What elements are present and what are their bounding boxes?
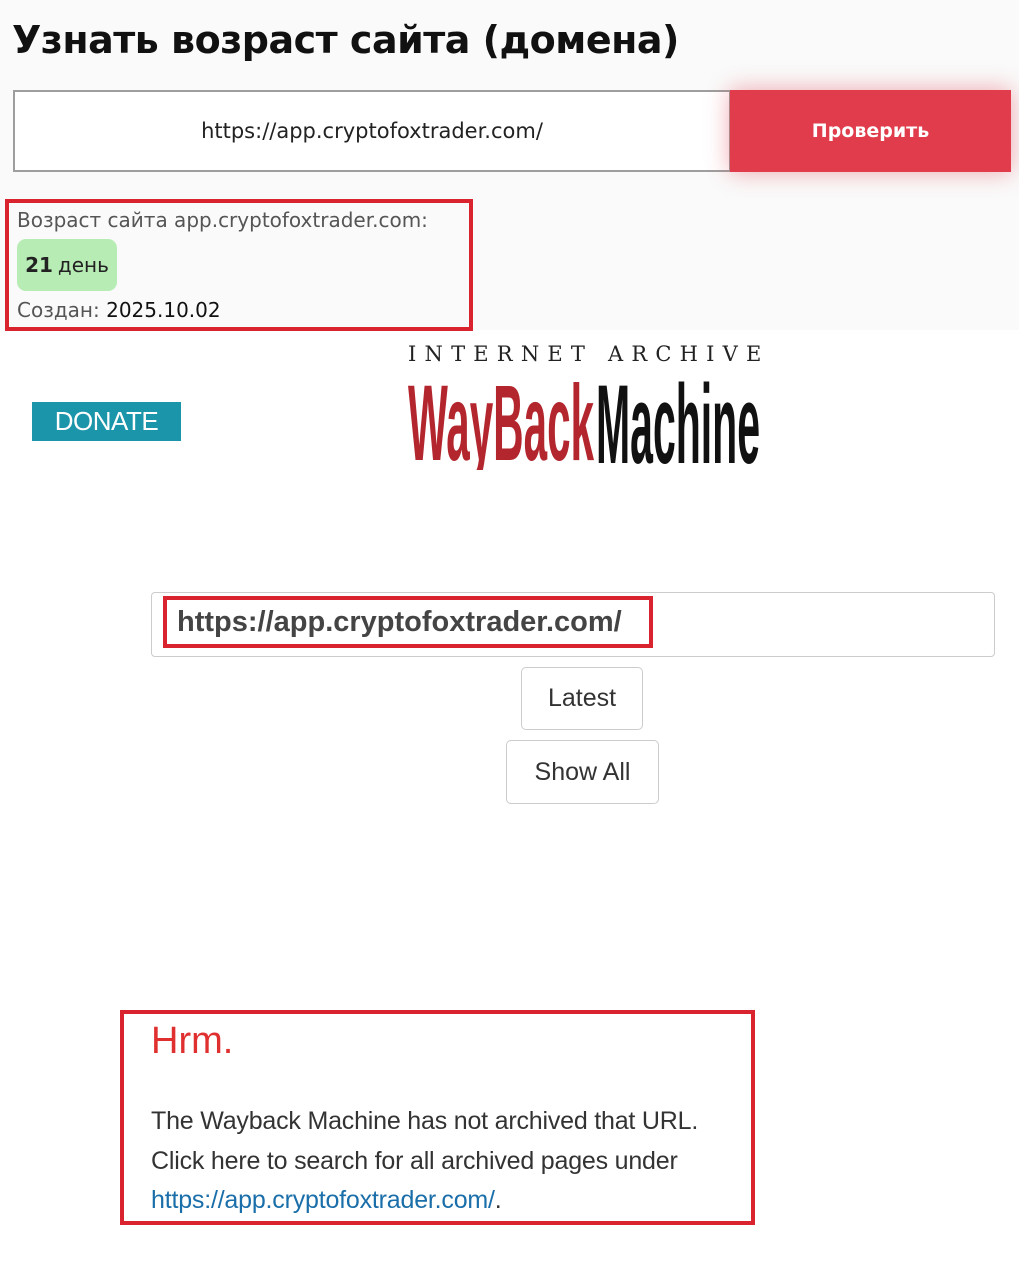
- logo-machine-text: Machine: [596, 372, 760, 470]
- page-title: Узнать возраст сайта (домена): [12, 18, 679, 62]
- wayback-search-box[interactable]: https://app.cryptofoxtrader.com/: [151, 592, 995, 657]
- created-label: Создан:: [17, 298, 100, 322]
- error-line-3: https://app.cryptofoxtrader.com/.: [151, 1186, 502, 1215]
- show-all-button[interactable]: Show All: [506, 740, 659, 804]
- internet-archive-text: INTERNET ARCHIVE: [408, 342, 770, 366]
- created-date: 2025.10.02: [106, 298, 221, 322]
- age-checker-panel: Узнать возраст сайта (домена) Проверить …: [0, 0, 1019, 331]
- age-unit: день: [57, 253, 109, 277]
- error-link-suffix: .: [494, 1186, 502, 1214]
- url-input[interactable]: [13, 90, 731, 172]
- result-highlight-box: Возраст сайта app.cryptofoxtrader.com: 2…: [5, 199, 473, 331]
- age-number: 21: [25, 253, 53, 277]
- created-line: Создан: 2025.10.02: [17, 298, 221, 322]
- wayback-machine-logo[interactable]: WayBack Machine: [408, 372, 760, 470]
- latest-button[interactable]: Latest: [521, 667, 643, 730]
- age-label: Возраст сайта app.cryptofoxtrader.com:: [17, 208, 428, 232]
- archived-pages-link[interactable]: https://app.cryptofoxtrader.com/: [151, 1186, 495, 1214]
- age-badge: 21 день: [17, 239, 117, 291]
- error-line-1: The Wayback Machine has not archived tha…: [151, 1107, 699, 1135]
- donate-button[interactable]: DONATE: [32, 402, 181, 441]
- check-button[interactable]: Проверить: [730, 90, 1011, 172]
- error-title: Hrm.: [151, 1020, 234, 1062]
- not-archived-message-box: Hrm. The Wayback Machine has not archive…: [120, 1010, 755, 1225]
- wayback-search-value[interactable]: https://app.cryptofoxtrader.com/: [163, 596, 653, 648]
- error-line-2[interactable]: Click here to search for all archived pa…: [151, 1147, 678, 1176]
- logo-wayback-text: WayBack: [408, 372, 594, 470]
